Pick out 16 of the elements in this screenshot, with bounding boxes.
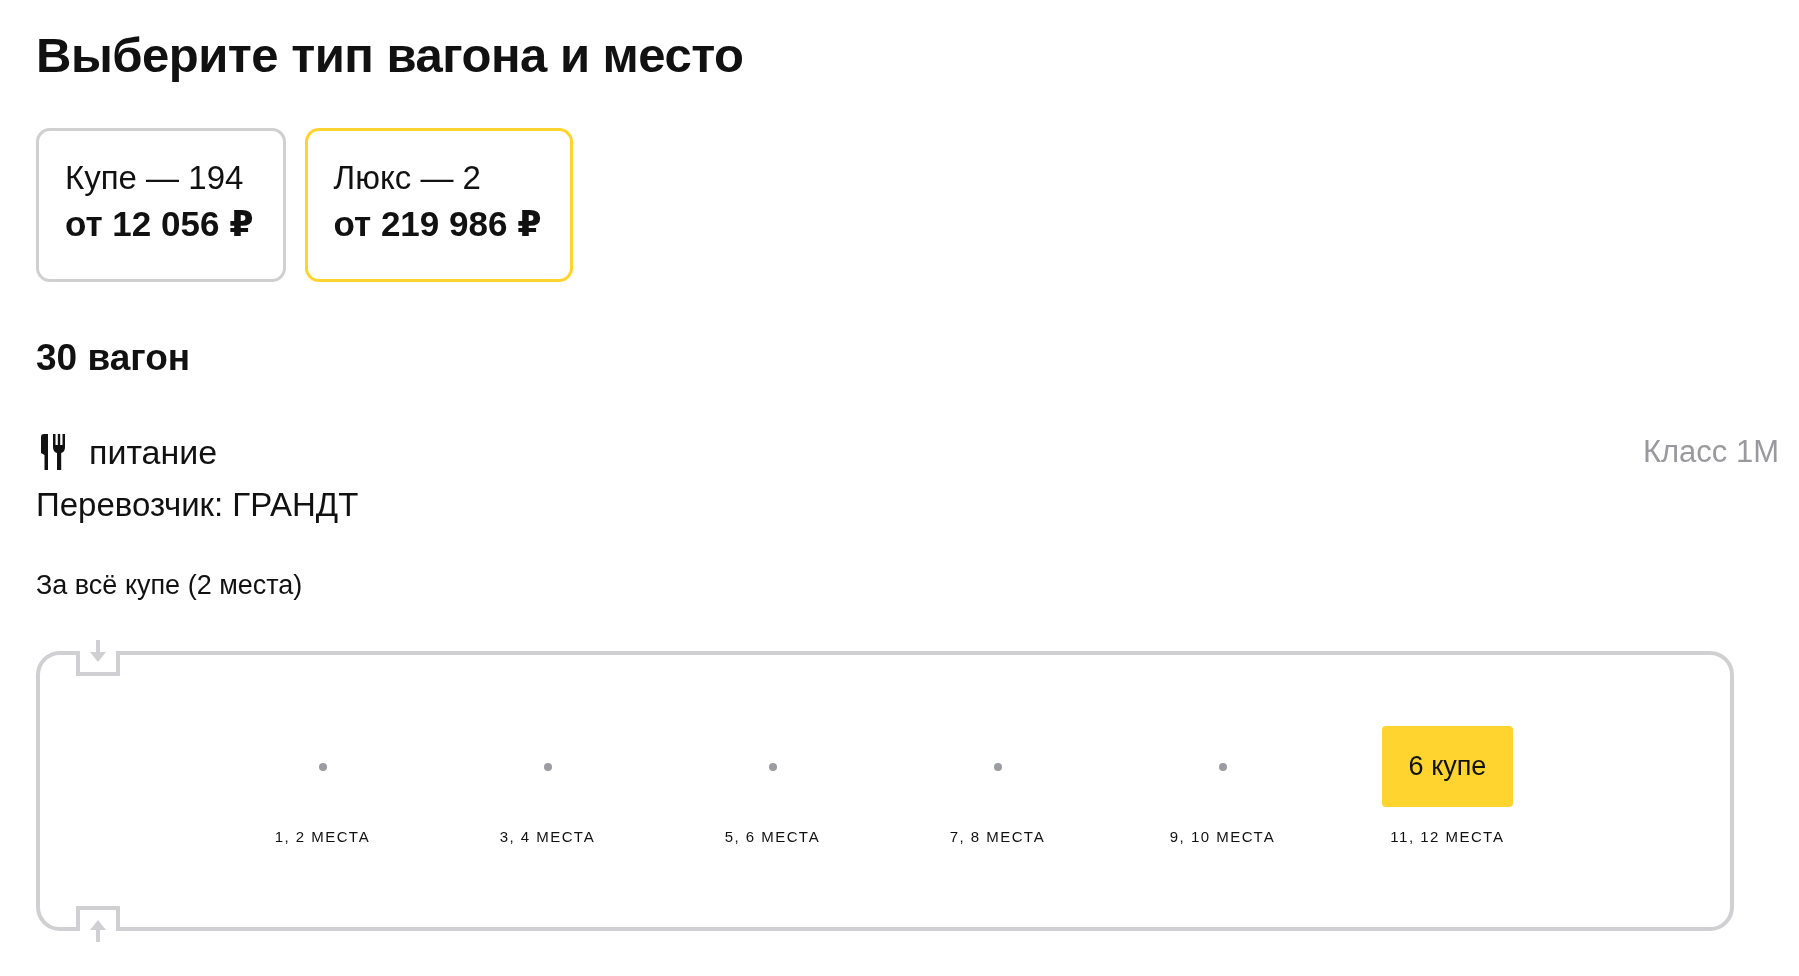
section-label: За всё купе (2 места) <box>36 569 303 603</box>
seats-label: 3, 4 МЕСТА <box>499 828 596 847</box>
car-class-label: Класс 1М <box>1642 433 1779 472</box>
amenity-label: питание <box>89 432 218 473</box>
car-number-heading: 30 вагон <box>36 335 191 380</box>
seats-label: 11, 12 МЕСТА <box>1390 828 1505 847</box>
seats-label: 1, 2 МЕСТА <box>274 828 371 847</box>
seats-label: 9, 10 МЕСТА <box>1169 828 1276 847</box>
seats-label: 5, 6 МЕСТА <box>724 828 821 847</box>
page-title: Выберите тип вагона и место <box>36 27 744 84</box>
seats-label: 7, 8 МЕСТА <box>949 828 1046 847</box>
car-type-card[interactable]: Купе — 194 от 12 056 ₽ <box>36 127 286 282</box>
compartment-button[interactable]: 6 купе <box>1382 726 1513 808</box>
car-type-card[interactable]: Люкс — 2 от 219 986 ₽ <box>304 127 574 282</box>
fork-knife-icon <box>40 434 66 471</box>
carrier-label: Перевозчик: ГРАНДТ <box>36 485 359 526</box>
